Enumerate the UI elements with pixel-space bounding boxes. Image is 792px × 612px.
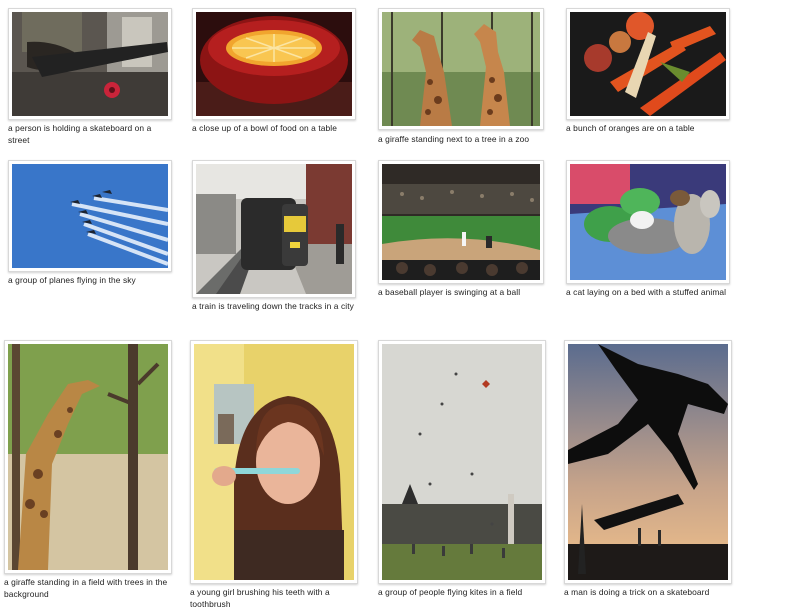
skateboard-photo (12, 12, 168, 116)
skateboarder-photo (568, 344, 728, 580)
image-caption: a baseball player is swinging at a ball (378, 287, 521, 297)
image-caption: a train is traveling down the tracks in … (192, 301, 354, 311)
thumbnail-image[interactable] (8, 8, 172, 120)
vegetables-photo (570, 12, 726, 116)
image-caption: a cat laying on a bed with a stuffed ani… (566, 287, 727, 297)
image-caption: a giraffe standing in a field with trees… (4, 577, 168, 599)
thumbnail-image[interactable] (190, 340, 358, 584)
thumbnail-image[interactable] (192, 8, 356, 120)
giraffes-photo (382, 12, 540, 126)
thumbnail-image[interactable] (566, 8, 730, 120)
image-caption: a group of people flying kites in a fiel… (378, 587, 523, 597)
image-caption: a close up of a bowl of food on a table (192, 123, 337, 133)
thumbnail-image[interactable] (378, 340, 546, 584)
image-caption: a bunch of oranges are on a table (566, 123, 695, 133)
train-photo (196, 164, 352, 294)
toothbrush-photo (194, 344, 354, 580)
image-caption: a man is doing a trick on a skateboard (564, 587, 710, 597)
thumbnail-image[interactable] (564, 340, 732, 584)
kites-photo (382, 344, 542, 580)
image-caption: a giraffe standing next to a tree in a z… (378, 134, 530, 144)
thumbnail-image[interactable] (378, 8, 544, 130)
image-caption: a young girl brushing his teeth with a t… (190, 587, 330, 609)
thumbnail-image[interactable] (8, 160, 172, 272)
thumbnail-image[interactable] (192, 160, 356, 298)
cat-photo (570, 164, 726, 280)
image-caption: a group of planes flying in the sky (8, 275, 136, 285)
thumbnail-image[interactable] (566, 160, 730, 284)
planes-photo (12, 164, 168, 268)
thumbnail-image[interactable] (4, 340, 172, 574)
bowl-photo (196, 12, 352, 116)
thumbnail-image[interactable] (378, 160, 544, 284)
giraffe-field-photo (8, 344, 168, 570)
image-caption: a person is holding a skateboard on a st… (8, 123, 152, 145)
baseball-photo (382, 164, 540, 280)
